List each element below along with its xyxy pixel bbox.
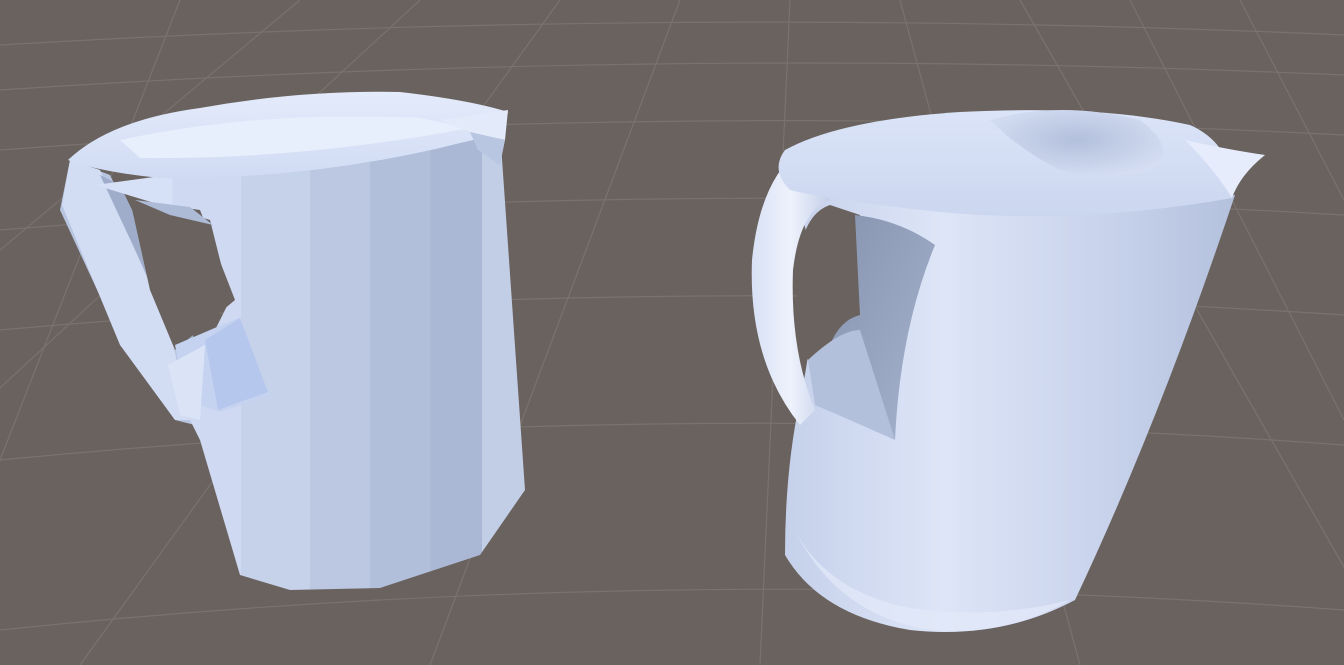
- viewport-scene[interactable]: [0, 0, 1344, 665]
